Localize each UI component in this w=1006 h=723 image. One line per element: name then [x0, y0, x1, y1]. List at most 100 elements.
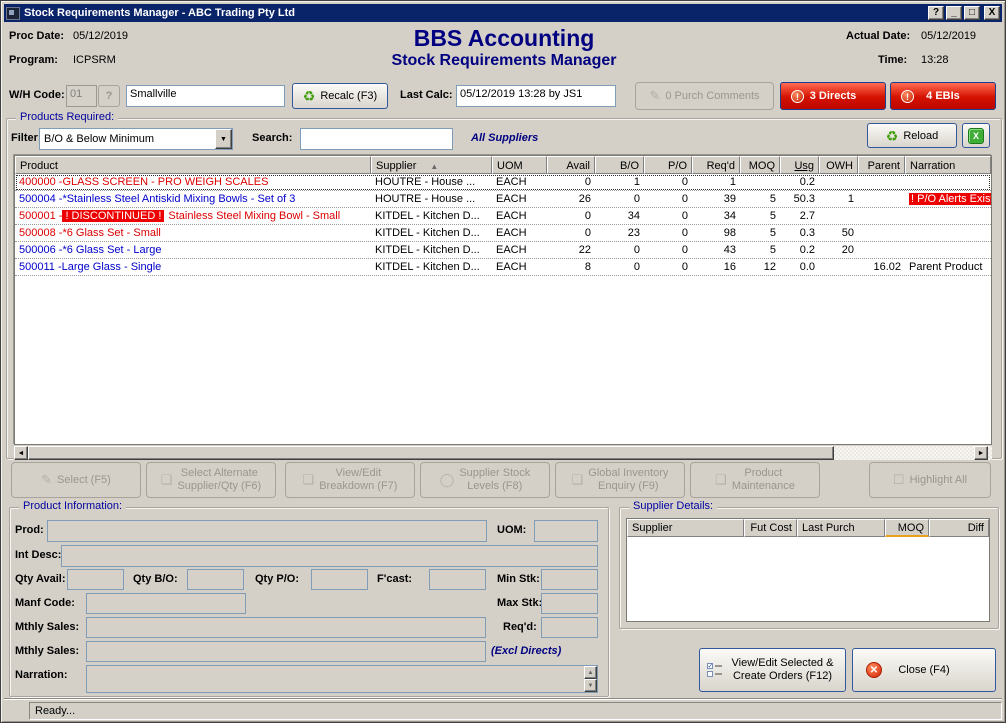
view-edit-button[interactable]: ❏View/Edit Breakdown (F7) [285, 462, 415, 498]
scroll-up-icon[interactable]: ▲ [584, 666, 597, 679]
col-header-avail[interactable]: Avail [547, 156, 595, 174]
app-subtitle: Stock Requirements Manager [1, 52, 1006, 70]
close-button[interactable]: ✕ Close (F4) [852, 648, 996, 692]
cell-moq [740, 174, 780, 190]
scroll-down-icon[interactable]: ▼ [584, 679, 597, 692]
cell-supplier: KITDEL - Kitchen D... [371, 208, 492, 224]
table-row[interactable]: 500004 - *Stainless Steel Antiskid Mixin… [15, 191, 991, 208]
recalc-button[interactable]: ♻ Recalc (F3) [292, 83, 388, 109]
cell-narration [905, 174, 991, 190]
supplier-col-header-diff[interactable]: Diff [929, 519, 989, 537]
highlight-all-button[interactable]: ☐Highlight All [869, 462, 991, 498]
col-header-req-d[interactable]: Req'd [692, 156, 740, 174]
wh-lookup-button[interactable]: ? [98, 85, 120, 107]
int-desc-field [61, 545, 598, 567]
cell-moq: 5 [740, 191, 780, 207]
recycle-icon: ♻ [303, 90, 316, 102]
last-calc-label: Last Calc: [400, 89, 453, 101]
col-header-uom[interactable]: UOM [492, 156, 547, 174]
export-excel-button[interactable]: X [962, 123, 990, 148]
title-bar: Stock Requirements Manager - ABC Trading… [4, 4, 1002, 22]
col-header-owh[interactable]: OWH [819, 156, 858, 174]
cell-avail: 8 [547, 259, 595, 275]
table-row[interactable]: 500008 - *6 Glass Set - SmallKITDEL - Ki… [15, 225, 991, 242]
search-input[interactable] [300, 128, 453, 150]
scroll-right-icon[interactable]: ► [974, 446, 988, 460]
cell-product: 500011 - Large Glass - Single [15, 259, 371, 275]
col-header-parent[interactable]: Parent [858, 156, 905, 174]
col-header-supplier[interactable]: Supplier▲ [371, 156, 492, 174]
cell-parent [858, 225, 905, 241]
wh-name-field[interactable]: Smallville [126, 85, 285, 107]
qty-avail-field [67, 569, 124, 590]
scroll-left-icon[interactable]: ◄ [14, 446, 28, 460]
supplier-col-header-moq[interactable]: MOQ [885, 519, 929, 537]
ebis-button[interactable]: ! 4 EBIs [890, 82, 996, 110]
purch-comments-button[interactable]: ✎ 0 Purch Comments [635, 82, 774, 110]
close-window-button[interactable]: X [984, 6, 1000, 20]
supplier-col-header-supplier[interactable]: Supplier [627, 519, 744, 537]
col-header-narration[interactable]: Narration [905, 156, 991, 174]
products-table-header: ProductSupplier▲UOMAvailB/OP/OReq'dMOQUs… [15, 156, 991, 174]
cell-owh [819, 174, 858, 190]
help-button[interactable]: ? [928, 6, 944, 20]
scrollbar-thumb[interactable] [28, 446, 834, 460]
cell-po: 0 [644, 242, 692, 258]
cell-parent [858, 208, 905, 224]
filter-dropdown[interactable]: B/O & Below Minimum ▼ [39, 128, 233, 150]
cell-avail: 0 [547, 174, 595, 190]
supplier-stock-icon: ◯ [440, 472, 455, 488]
supplier-col-header-last-purch[interactable]: Last Purch [797, 519, 885, 537]
col-header-product[interactable]: Product [15, 156, 371, 174]
cell-supplier: HOUTRE - House ... [371, 191, 492, 207]
cell-bo: 1 [595, 174, 644, 190]
cell-usg: 0.2 [780, 174, 819, 190]
app-icon [6, 7, 20, 20]
horizontal-scrollbar[interactable]: ◄ ► [14, 446, 992, 460]
directs-button[interactable]: ! 3 Directs [780, 82, 886, 110]
col-header-usg[interactable]: Usg [780, 156, 819, 174]
reqd-field [541, 617, 598, 638]
reload-button[interactable]: ♻ Reload [867, 123, 957, 148]
cell-parent: 16.02 [858, 259, 905, 275]
global-enquiry-icon: ❏ [572, 472, 584, 488]
product-button[interactable]: ❏Product Maintenance [690, 462, 820, 498]
filter-label: Filter: [11, 132, 42, 144]
col-header-moq[interactable]: MOQ [740, 156, 780, 174]
supplier-col-header-fut-cost[interactable]: Fut Cost [744, 519, 797, 537]
cell-uom: EACH [492, 225, 547, 241]
table-row[interactable]: 500011 - Large Glass - SingleKITDEL - Ki… [15, 259, 991, 276]
col-header-b-o[interactable]: B/O [595, 156, 644, 174]
global-inventory-button[interactable]: ❏Global Inventory Enquiry (F9) [555, 462, 685, 498]
wh-code-field[interactable]: 01 [66, 85, 97, 107]
cell-bo: 0 [595, 259, 644, 275]
narration-field[interactable] [86, 665, 598, 693]
table-row[interactable]: 400000 - GLASS SCREEN - PRO WEIGH SCALES… [15, 174, 991, 191]
chevron-down-icon[interactable]: ▼ [215, 129, 232, 149]
cell-bo: 0 [595, 191, 644, 207]
int-desc-label: Int Desc: [15, 549, 61, 561]
sort-asc-icon: ▲ [430, 162, 438, 171]
cell-usg: 0.0 [780, 259, 819, 275]
maximize-button[interactable]: □ [964, 6, 980, 20]
cell-narration [905, 225, 991, 241]
cell-usg: 50.3 [780, 191, 819, 207]
view-edit-orders-button[interactable]: View/Edit Selected & Create Orders (F12) [699, 648, 846, 692]
select-alternate-button[interactable]: ❏Select Alternate Supplier/Qty (F6) [146, 462, 276, 498]
cell-uom: EACH [492, 259, 547, 275]
cell-bo: 34 [595, 208, 644, 224]
supplier-details-table: SupplierFut CostLast PurchMOQDiff [626, 518, 990, 622]
cell-po: 0 [644, 259, 692, 275]
cell-owh: 20 [819, 242, 858, 258]
select-f5-button[interactable]: ✎Select (F5) [11, 462, 141, 498]
supplier-details-body [627, 537, 989, 622]
uom-label: UOM: [497, 524, 526, 536]
table-row[interactable]: 500001 - ! DISCONTINUED !Stainless Steel… [15, 208, 991, 225]
status-divider [4, 698, 1002, 700]
table-row[interactable]: 500006 - *6 Glass Set - LargeKITDEL - Ki… [15, 242, 991, 259]
cell-product: 500008 - *6 Glass Set - Small [15, 225, 371, 241]
supplier-stock-button[interactable]: ◯Supplier Stock Levels (F8) [420, 462, 550, 498]
minimize-button[interactable]: _ [946, 6, 962, 20]
app-window: Stock Requirements Manager - ABC Trading… [0, 0, 1006, 723]
col-header-p-o[interactable]: P/O [644, 156, 692, 174]
